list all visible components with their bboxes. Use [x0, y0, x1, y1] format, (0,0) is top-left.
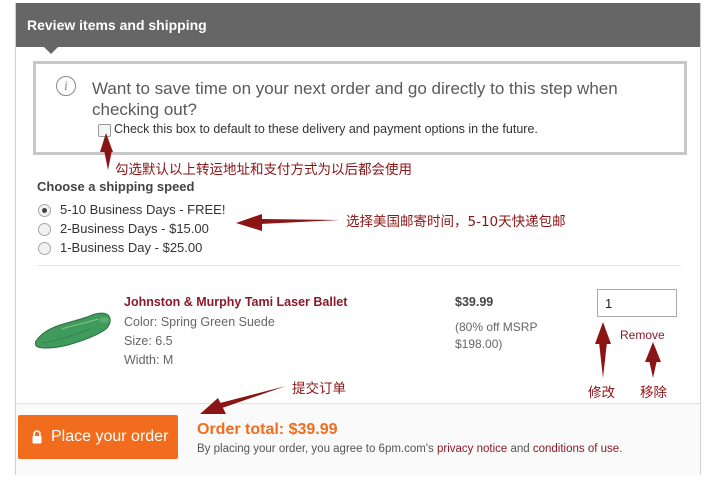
- place-order-button[interactable]: Place your order: [18, 415, 178, 459]
- panel-title: Review items and shipping: [27, 17, 207, 33]
- quantity-input[interactable]: [597, 289, 677, 317]
- panel-header: Review items and shipping: [16, 3, 700, 47]
- default-options-checkbox[interactable]: [98, 124, 111, 137]
- annotation-shipping-note: 选择美国邮寄时间，5-10天快递包邮: [346, 214, 566, 230]
- annotation-modify-note: 修改: [588, 385, 615, 401]
- legal-notice: By placing your order, you agree to 6pm.…: [197, 443, 622, 455]
- conditions-of-use-link[interactable]: conditions of use: [533, 443, 619, 455]
- discount-percent: (80% off MSRP: [455, 320, 538, 334]
- info-icon: i: [56, 76, 76, 96]
- product-image[interactable]: [34, 305, 114, 351]
- legal-prefix: By placing your order, you agree to 6pm.…: [197, 443, 437, 455]
- order-total: Order total: $39.99: [197, 421, 338, 438]
- shipping-option-label[interactable]: 1-Business Day - $25.00: [60, 240, 202, 255]
- product-price: $39.99: [455, 295, 494, 309]
- shipping-radio-standard[interactable]: [38, 204, 51, 217]
- privacy-notice-link[interactable]: privacy notice: [437, 443, 507, 455]
- save-time-tip-box: i Want to save time on your next order a…: [33, 61, 687, 155]
- remove-link[interactable]: Remove: [620, 328, 665, 342]
- place-order-label: Place your order: [51, 428, 169, 445]
- legal-suffix: .: [619, 443, 623, 455]
- shipping-speed-title: Choose a shipping speed: [37, 179, 195, 194]
- shipping-option-label[interactable]: 2-Business Days - $15.00: [60, 221, 209, 236]
- lock-icon: [32, 430, 42, 444]
- shipping-option-label[interactable]: 5-10 Business Days - FREE!: [60, 202, 225, 217]
- default-options-label[interactable]: Check this box to default to these deliv…: [114, 122, 538, 136]
- product-width: Width: M: [124, 353, 174, 367]
- header-notch: [44, 47, 58, 54]
- product-name-link[interactable]: Johnston & Murphy Tami Laser Ballet: [124, 295, 347, 309]
- product-color: Color: Spring Green Suede: [124, 315, 275, 329]
- product-discount: (80% off MSRP $198.00): [455, 319, 555, 353]
- shipping-radio-2day[interactable]: [38, 223, 51, 236]
- legal-and: and: [507, 443, 533, 455]
- product-size: Size: 6.5: [124, 334, 173, 348]
- tip-message: Want to save time on your next order and…: [92, 79, 618, 119]
- annotation-remove-note: 移除: [640, 385, 667, 401]
- section-divider: [37, 265, 681, 266]
- annotation-submit-note: 提交订单: [292, 381, 346, 397]
- review-items-panel: Review items and shipping i Want to save…: [15, 3, 701, 475]
- msrp-price: $198.00): [455, 337, 503, 351]
- annotation-default-note: 勾选默认以上转运地址和支付方式为以后都会使用: [115, 162, 412, 178]
- shipping-radio-1day[interactable]: [38, 242, 51, 255]
